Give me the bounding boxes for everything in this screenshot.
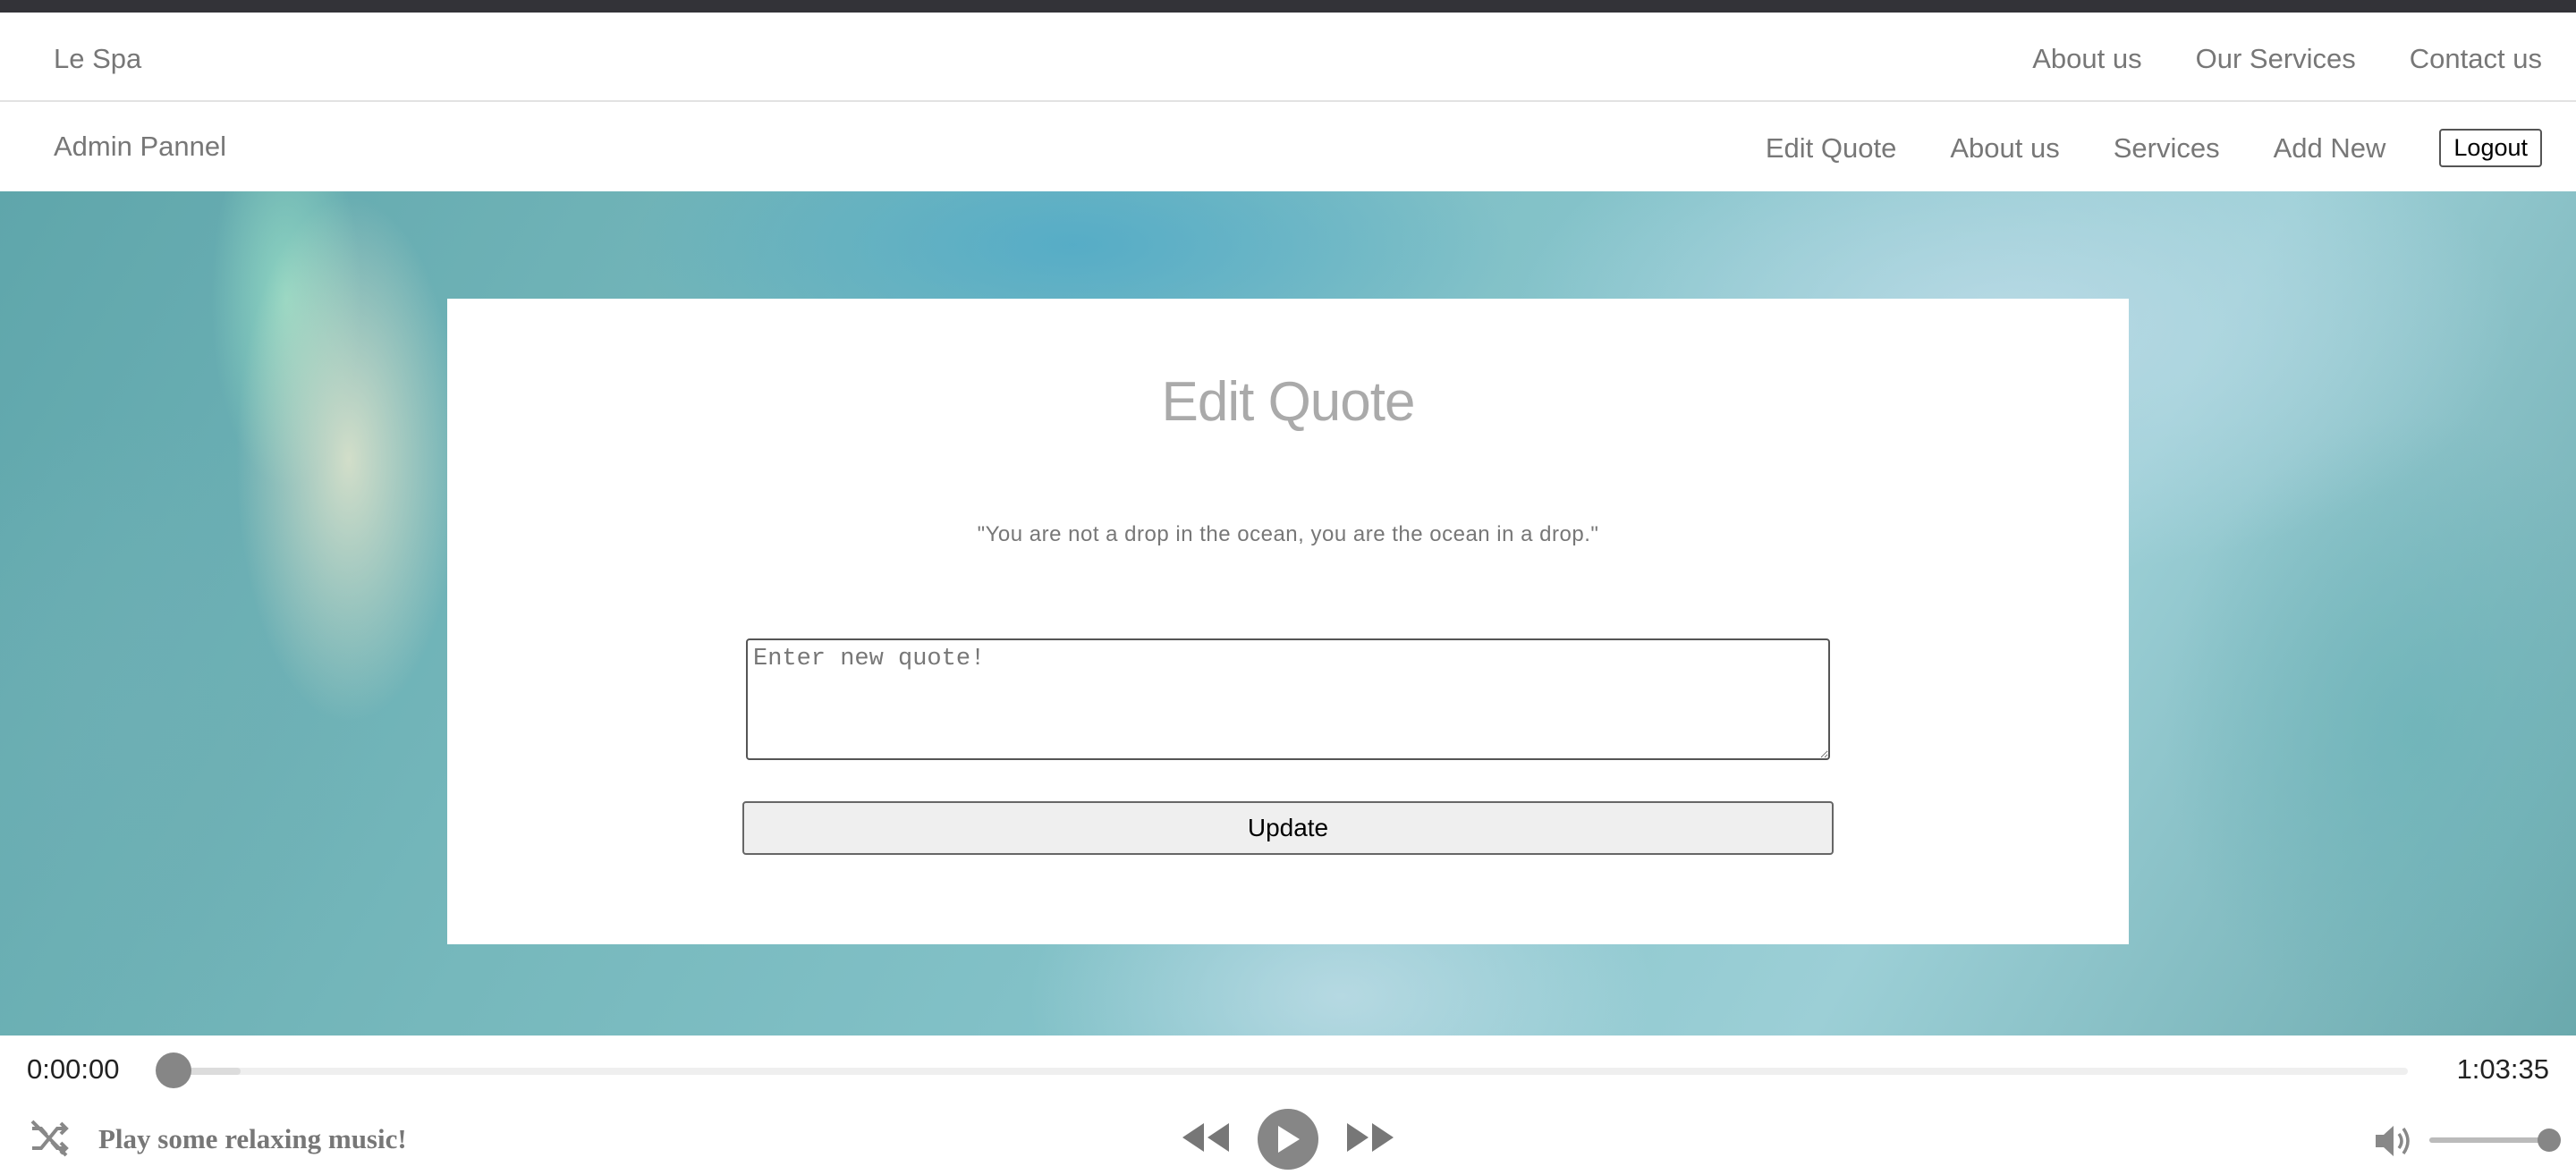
new-quote-input[interactable] xyxy=(746,638,1830,760)
top-bar xyxy=(0,0,2576,13)
hero-background: Edit Quote "You are not a drop in the oc… xyxy=(0,191,2576,1036)
nav-link-our-services[interactable]: Our Services xyxy=(2196,43,2356,75)
progress-bar[interactable] xyxy=(156,1052,2408,1088)
volume-slider[interactable] xyxy=(2429,1129,2561,1152)
nav-link-contact-us[interactable]: Contact us xyxy=(2410,43,2542,75)
track-title: Play some relaxing music! xyxy=(98,1123,407,1154)
current-quote: "You are not a drop in the ocean, you ar… xyxy=(977,522,1599,546)
fast-forward-icon[interactable] xyxy=(1345,1120,1395,1160)
logout-button[interactable]: Logout xyxy=(2439,129,2542,167)
playback-controls xyxy=(1181,1109,1395,1170)
admin-link-add-new[interactable]: Add New xyxy=(2274,132,2386,165)
volume-handle[interactable] xyxy=(2538,1129,2561,1152)
progress-handle[interactable] xyxy=(156,1052,191,1088)
volume-fill xyxy=(2429,1137,2549,1143)
music-player: 0:00:00 1:03:35 Play some relaxing music… xyxy=(0,1036,2576,1175)
current-time: 0:00:00 xyxy=(27,1053,120,1085)
volume-icon[interactable] xyxy=(2372,1121,2415,1161)
admin-nav-links: Edit Quote About us Services Add New Log… xyxy=(1712,129,2542,167)
site-brand[interactable]: Le Spa xyxy=(54,43,141,75)
admin-brand[interactable]: Admin Pannel xyxy=(54,131,226,163)
total-time: 1:03:35 xyxy=(2456,1053,2549,1085)
rewind-icon[interactable] xyxy=(1181,1120,1231,1160)
play-icon xyxy=(1278,1126,1300,1153)
update-button[interactable]: Update xyxy=(742,801,1834,855)
page-title: Edit Quote xyxy=(1161,371,1416,433)
admin-link-services[interactable]: Services xyxy=(2114,132,2220,165)
admin-link-edit-quote[interactable]: Edit Quote xyxy=(1766,132,1896,165)
admin-navbar: Admin Pannel Edit Quote About us Service… xyxy=(0,104,2576,191)
play-button[interactable] xyxy=(1258,1109,1318,1170)
edit-quote-card: Edit Quote "You are not a drop in the oc… xyxy=(447,299,2129,944)
admin-link-about-us[interactable]: About us xyxy=(1950,132,2059,165)
nav-link-about-us[interactable]: About us xyxy=(2032,43,2141,75)
site-navbar: Le Spa About us Our Services Contact us xyxy=(0,13,2576,102)
site-nav-links: About us Our Services Contact us xyxy=(1979,43,2542,75)
shuffle-off-icon[interactable] xyxy=(27,1118,72,1159)
